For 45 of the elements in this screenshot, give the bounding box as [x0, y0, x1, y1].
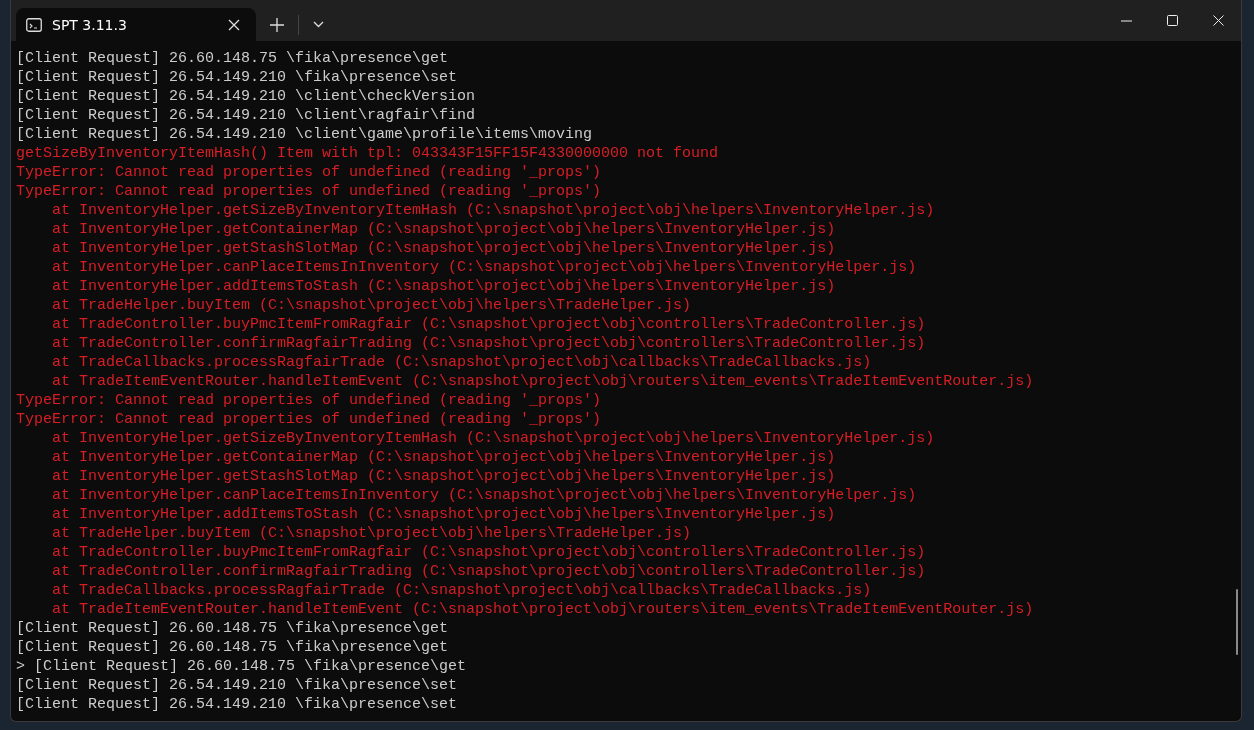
- plus-icon: [270, 17, 284, 32]
- log-line: [Client Request] 26.54.149.210 \client\checkVersion: [16, 87, 477, 106]
- error-line: getSizeByInventoryItemHash() Item with tpl: 043343F15FF15F4330000000 not found: [16, 144, 720, 163]
- error-line: at InventoryHelper.getSizeByInventoryItemHash (C:\snapshot\project\obj\helpers\InventoryHelper.js): [51, 429, 936, 448]
- error-line: at TradeController.buyPmcItemFromRagfair (C:\snapshot\project\obj\controllers\TradeController.js): [51, 543, 927, 562]
- log-line: [Client Request] 26.54.149.210 \client\ragfair\find: [16, 106, 477, 125]
- log-line: [Client Request] 26.54.149.210 \fika\presence\set: [16, 695, 459, 714]
- log-line: [Client Request] 26.60.148.75 \fika\presence\get: [16, 619, 450, 638]
- error-line: at InventoryHelper.getSizeByInventoryItemHash (C:\snapshot\project\obj\helpers\InventoryHelper.js): [51, 201, 936, 220]
- log-line: [Client Request] 26.54.149.210 \client\game\profile\items\moving: [16, 125, 594, 144]
- error-line: at TradeController.buyPmcItemFromRagfair (C:\snapshot\project\obj\controllers\TradeController.js): [51, 315, 927, 334]
- error-line: at InventoryHelper.getContainerMap (C:\snapshot\project\obj\helpers\InventoryHelper.js): [51, 220, 837, 239]
- error-line: TypeError: Cannot read properties of undefined (reading '_props'): [16, 182, 603, 201]
- error-line: at InventoryHelper.canPlaceItemsInInventory (C:\snapshot\project\obj\helpers\InventoryHelper.js): [51, 258, 918, 277]
- error-line: at TradeController.confirmRagfairTrading (C:\snapshot\project\obj\controllers\TradeController.js): [51, 562, 927, 581]
- error-line: at InventoryHelper.addItemsToStash (C:\snapshot\project\obj\helpers\InventoryHelper.js): [51, 505, 837, 524]
- close-icon: [1212, 15, 1224, 26]
- tab-title: SPT 3.11.3: [52, 16, 128, 33]
- close-icon: [228, 18, 240, 31]
- error-line: TypeError: Cannot read properties of undefined (reading '_props'): [16, 163, 603, 182]
- error-line: at InventoryHelper.getStashSlotMap (C:\snapshot\project\obj\helpers\InventoryHelper.js): [51, 239, 837, 258]
- log-line: [Client Request] 26.60.148.75 \fika\presence\get: [16, 49, 450, 68]
- error-line: at TradeItemEventRouter.handleItemEvent (C:\snapshot\project\obj\routers\item_events\TradeItemEventRouter.js): [51, 372, 1035, 391]
- log-line: [Client Request] 26.54.149.210 \fika\presence\set: [16, 676, 459, 695]
- error-line: at TradeCallbacks.processRagfairTrade (C:\snapshot\project\obj\callbacks\TradeCallbacks.js): [51, 353, 873, 372]
- log-line: [Client Request] 26.60.148.75 \fika\presence\get: [16, 638, 450, 657]
- log-line: [Client Request] 26.54.149.210 \fika\presence\set: [16, 68, 459, 87]
- error-line: at TradeCallbacks.processRagfairTrade (C:\snapshot\project\obj\callbacks\TradeCallbacks.js): [51, 581, 873, 600]
- error-line: TypeError: Cannot read properties of undefined (reading '_props'): [16, 410, 603, 429]
- log-line: > [Client Request] 26.60.148.75 \fika\presence\get: [16, 657, 468, 676]
- error-line: at TradeHelper.buyItem (C:\snapshot\project\obj\helpers\TradeHelper.js): [51, 524, 693, 543]
- maximize-icon: [1166, 15, 1178, 26]
- minimize-icon: [1120, 19, 1132, 22]
- chevron-down-icon: [312, 21, 324, 28]
- error-line: at TradeItemEventRouter.handleItemEvent (C:\snapshot\project\obj\routers\item_events\TradeItemEventRouter.js): [51, 600, 1035, 619]
- error-line: at TradeController.confirmRagfairTrading (C:\snapshot\project\obj\controllers\TradeController.js): [51, 334, 927, 353]
- error-line: at InventoryHelper.getContainerMap (C:\snapshot\project\obj\helpers\InventoryHelper.js): [51, 448, 837, 467]
- error-line: TypeError: Cannot read properties of undefined (reading '_props'): [16, 391, 603, 410]
- error-line: at InventoryHelper.canPlaceItemsInInventory (C:\snapshot\project\obj\helpers\InventoryHelper.js): [51, 486, 918, 505]
- error-line: at InventoryHelper.getStashSlotMap (C:\snapshot\project\obj\helpers\InventoryHelper.js): [51, 467, 837, 486]
- terminal-tab[interactable]: SPT 3.11.3: [16, 8, 256, 41]
- terminal-icon: [26, 17, 42, 32]
- error-line: at InventoryHelper.addItemsToStash (C:\snapshot\project\obj\helpers\InventoryHelper.js): [51, 277, 837, 296]
- error-line: at TradeHelper.buyItem (C:\snapshot\project\obj\helpers\TradeHelper.js): [51, 296, 693, 315]
- scrollbar-thumb[interactable]: [1236, 589, 1238, 655]
